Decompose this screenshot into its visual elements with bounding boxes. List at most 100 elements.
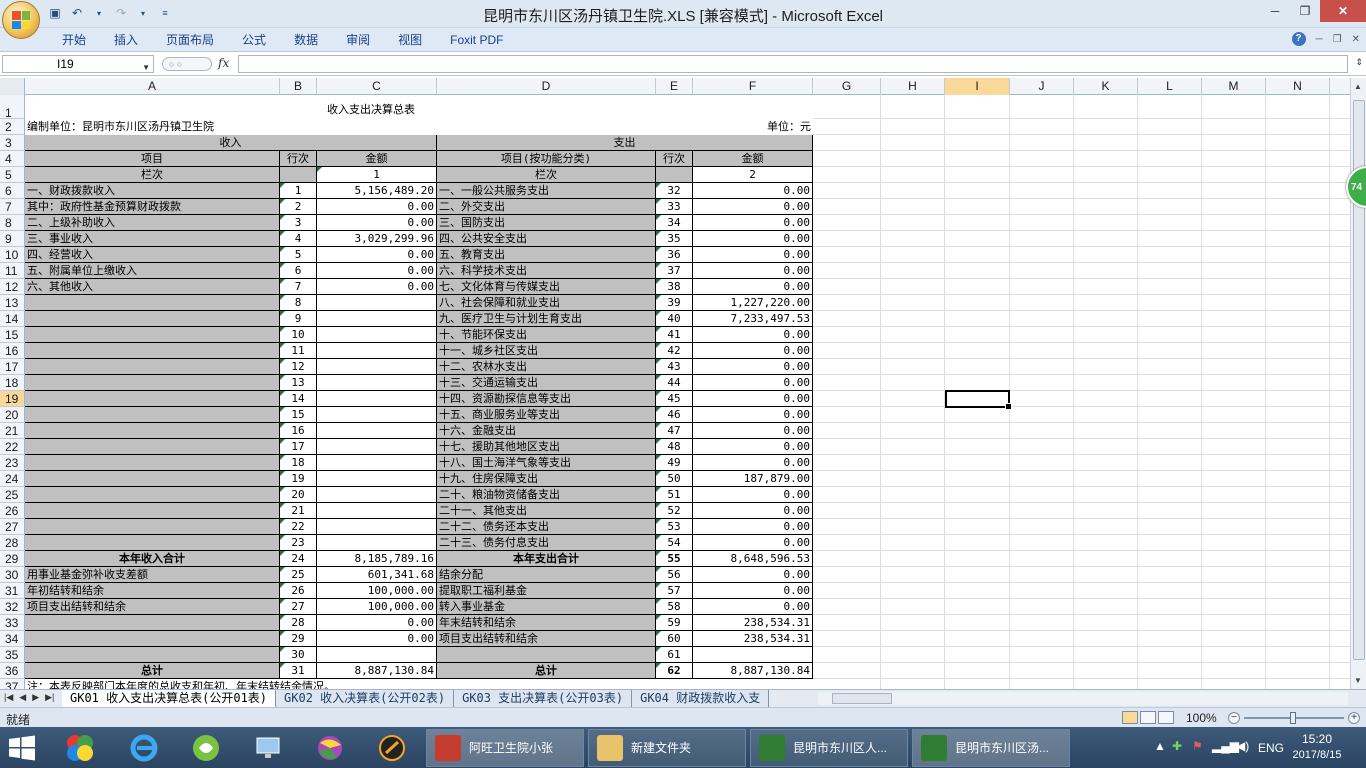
expense-item[interactable]: 二十二、债务还本支出 (437, 519, 656, 535)
tab-foxit-pdf[interactable]: Foxit PDF (436, 32, 517, 48)
row-header-8[interactable]: 8 (0, 215, 25, 231)
expense-item-header[interactable]: 项目(按功能分类) (437, 151, 656, 167)
expense-row-no[interactable]: 38 (656, 279, 693, 295)
income-item[interactable]: 四、经营收入 (25, 247, 280, 263)
column-header-h[interactable]: H (881, 78, 945, 95)
income-item[interactable] (25, 375, 280, 391)
expense-row-no[interactable]: 53 (656, 519, 693, 535)
income-row-no[interactable]: 15 (280, 407, 317, 423)
income-amount[interactable]: 0.00 (317, 247, 437, 263)
expense-row-no[interactable]: 37 (656, 263, 693, 279)
expense-row-no[interactable]: 47 (656, 423, 693, 439)
sheet-title[interactable]: 收入支出决算总表 (317, 95, 656, 119)
income-row-no[interactable]: 6 (280, 263, 317, 279)
expense-row-no[interactable]: 48 (656, 439, 693, 455)
expense-row-no[interactable]: 51 (656, 487, 693, 503)
column-header-a[interactable]: A (25, 78, 280, 95)
zoom-in-icon[interactable]: + (1348, 712, 1360, 724)
column-header-k[interactable]: K (1074, 78, 1138, 95)
expense-item[interactable]: 七、文化体育与传媒支出 (437, 279, 656, 295)
income-row-no[interactable]: 20 (280, 487, 317, 503)
income-row-no[interactable]: 9 (280, 311, 317, 327)
select-all-corner[interactable] (0, 78, 25, 95)
expense-amount[interactable]: 8,648,596.53 (693, 551, 813, 567)
expense-amount[interactable]: 0.00 (693, 359, 813, 375)
expense-amount[interactable]: 0.00 (693, 263, 813, 279)
income-row-no[interactable]: 3 (280, 215, 317, 231)
income-amount[interactable] (317, 423, 437, 439)
expense-amount[interactable]: 238,534.31 (693, 631, 813, 647)
income-item[interactable] (25, 311, 280, 327)
income-amount[interactable] (317, 391, 437, 407)
income-item[interactable] (25, 327, 280, 343)
expense-header[interactable]: 支出 (437, 135, 813, 151)
expense-item[interactable]: 十三、交通运输支出 (437, 375, 656, 391)
expense-row-no[interactable]: 32 (656, 183, 693, 199)
row-header-11[interactable]: 11 (0, 263, 25, 279)
income-amount[interactable] (317, 455, 437, 471)
income-item[interactable] (25, 503, 280, 519)
income-row-no[interactable]: 31 (280, 663, 317, 679)
worksheet-grid[interactable]: ABCDEFGHIJKLMN 1 2 3 4 5 6 7 8 9 10 11 12 13 14 15 16 17… (0, 78, 1350, 689)
income-item[interactable]: 用事业基金弥补收支差额 (25, 567, 280, 583)
column-header-i[interactable]: I (945, 78, 1010, 95)
row-header-1[interactable]: 1 (0, 95, 25, 120)
income-row-no[interactable]: 25 (280, 567, 317, 583)
expense-item[interactable]: 九、医疗卫生与计划生育支出 (437, 311, 656, 327)
expense-item[interactable]: 一、一般公共服务支出 (437, 183, 656, 199)
income-row-no[interactable]: 12 (280, 359, 317, 375)
income-amount[interactable] (317, 311, 437, 327)
task-excel-1[interactable]: 昆明市东川区人... (750, 729, 908, 767)
expense-item[interactable]: 总计 (437, 663, 656, 679)
income-amount[interactable] (317, 295, 437, 311)
doc-close-icon[interactable]: ✕ (1352, 34, 1360, 45)
zoom-level[interactable]: 100% (1186, 711, 1217, 725)
expense-amount[interactable]: 0.00 (693, 503, 813, 519)
row-header-21[interactable]: 21 (0, 423, 25, 439)
row-header-2[interactable]: 2 (0, 119, 25, 135)
income-item[interactable] (25, 471, 280, 487)
expense-amount-header[interactable]: 金额 (693, 151, 813, 167)
row-header-4[interactable]: 4 (0, 151, 25, 167)
lanci-label[interactable]: 栏次 (25, 167, 280, 183)
expense-row-no[interactable]: 58 (656, 599, 693, 615)
row-header-6[interactable]: 6 (0, 183, 25, 199)
income-amount[interactable]: 0.00 (317, 215, 437, 231)
expense-amount[interactable]: 0.00 (693, 439, 813, 455)
expense-amount[interactable]: 0.00 (693, 375, 813, 391)
flag-icon[interactable]: ⚑ (1192, 739, 1203, 753)
sheet-tab-gk03[interactable]: GK03 支出决算表(公开03表) (454, 690, 633, 707)
expense-row-no[interactable]: 40 (656, 311, 693, 327)
first-sheet-icon[interactable]: |◀ (4, 692, 13, 703)
lanci-1[interactable]: 1 (317, 167, 437, 183)
expense-row-no[interactable]: 57 (656, 583, 693, 599)
income-row-no[interactable]: 8 (280, 295, 317, 311)
row-header-15[interactable]: 15 (0, 327, 25, 343)
expense-amount[interactable]: 0.00 (693, 343, 813, 359)
expense-amount[interactable]: 0.00 (693, 455, 813, 471)
doc-minimize-icon[interactable]: ─ (1316, 34, 1323, 45)
expense-row-no[interactable]: 50 (656, 471, 693, 487)
expense-item[interactable]: 十六、金融支出 (437, 423, 656, 439)
income-item[interactable]: 六、其他收入 (25, 279, 280, 295)
expense-item[interactable]: 二十三、债务付息支出 (437, 535, 656, 551)
green-app-icon[interactable] (186, 731, 226, 765)
column-header-d[interactable]: D (437, 78, 656, 95)
name-box[interactable]: I19 ▼ (2, 55, 154, 73)
expense-row-no[interactable]: 60 (656, 631, 693, 647)
expense-row-no[interactable]: 54 (656, 535, 693, 551)
row-header-28[interactable]: 28 (0, 535, 25, 551)
sheet-tab-gk02[interactable]: GK02 收入决算表(公开02表) (276, 690, 455, 707)
income-amount[interactable]: 0.00 (317, 263, 437, 279)
tab-page-layout[interactable]: 页面布局 (152, 32, 228, 48)
expense-amount[interactable]: 0.00 (693, 567, 813, 583)
minimize-button[interactable]: ─ (1260, 0, 1290, 22)
row-header-24[interactable]: 24 (0, 471, 25, 487)
row-header-10[interactable]: 10 (0, 247, 25, 263)
expense-amount[interactable]: 0.00 (693, 215, 813, 231)
row-header-19[interactable]: 19 (0, 391, 25, 407)
income-amount[interactable]: 100,000.00 (317, 599, 437, 615)
scroll-down-icon[interactable]: ▼ (1354, 676, 1362, 685)
row-header-25[interactable]: 25 (0, 487, 25, 503)
income-item[interactable]: 本年收入合计 (25, 551, 280, 567)
